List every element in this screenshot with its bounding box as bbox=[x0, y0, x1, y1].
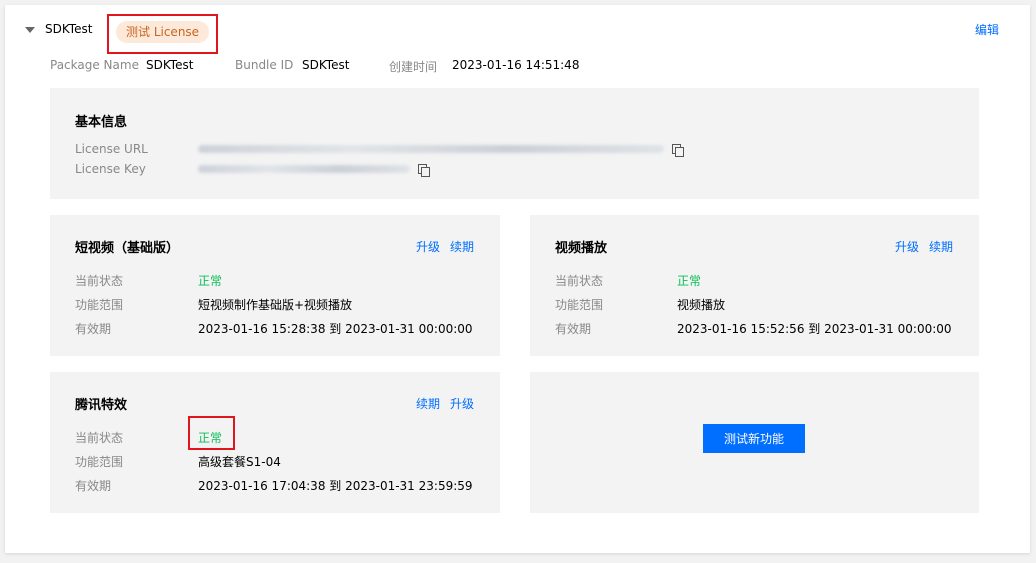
effects-title: 腾讯特效 bbox=[75, 398, 128, 413]
video-playback-title: 视频播放 bbox=[555, 241, 608, 256]
short-video-validity-label: 有效期 bbox=[75, 322, 112, 336]
badge-highlight-box bbox=[107, 14, 218, 54]
short-video-status: 正常 bbox=[198, 274, 223, 288]
video-playback-upgrade-link[interactable]: 升级 bbox=[895, 238, 919, 255]
bundle-id-value: SDKTest bbox=[302, 58, 350, 72]
package-name-value: SDKTest bbox=[146, 58, 194, 72]
created-time-value: 2023-01-16 14:51:48 bbox=[452, 58, 580, 72]
license-url-value-blurred bbox=[198, 145, 664, 153]
video-playback-status: 正常 bbox=[677, 274, 702, 288]
short-video-scope: 短视频制作基础版+视频播放 bbox=[198, 298, 353, 312]
video-playback-validity-label: 有效期 bbox=[555, 322, 592, 336]
license-key-label: License Key bbox=[75, 162, 146, 176]
short-video-validity: 2023-01-16 15:28:38 到 2023-01-31 00:00:0… bbox=[198, 322, 473, 336]
created-time-label: 创建时间 bbox=[389, 60, 438, 74]
app-name: SDKTest bbox=[45, 22, 93, 36]
effects-scope: 高级套餐S1-04 bbox=[198, 455, 281, 469]
effects-validity-label: 有效期 bbox=[75, 479, 112, 493]
effects-upgrade-link[interactable]: 升级 bbox=[450, 395, 474, 412]
video-playback-scope: 视频播放 bbox=[677, 298, 726, 312]
short-video-status-label: 当前状态 bbox=[75, 274, 124, 288]
test-new-feature-button[interactable]: 测试新功能 bbox=[703, 424, 805, 453]
basic-info-panel bbox=[50, 88, 979, 199]
license-url-label: License URL bbox=[75, 142, 148, 156]
video-playback-scope-label: 功能范围 bbox=[555, 298, 604, 312]
short-video-title: 短视频（基础版） bbox=[75, 241, 180, 256]
edit-link[interactable]: 编辑 bbox=[975, 21, 999, 38]
license-key-value-blurred bbox=[198, 165, 410, 173]
copy-key-icon[interactable] bbox=[418, 164, 430, 177]
video-playback-status-label: 当前状态 bbox=[555, 274, 604, 288]
effects-scope-label: 功能范围 bbox=[75, 455, 124, 469]
status-highlight-box bbox=[188, 416, 235, 450]
effects-status-label: 当前状态 bbox=[75, 431, 124, 445]
bundle-id-label: Bundle ID bbox=[235, 58, 294, 72]
video-playback-renew-link[interactable]: 续期 bbox=[929, 238, 953, 255]
basic-info-title: 基本信息 bbox=[75, 115, 128, 130]
collapse-caret-icon[interactable] bbox=[25, 27, 35, 33]
package-name-label: Package Name bbox=[50, 58, 139, 72]
short-video-renew-link[interactable]: 续期 bbox=[450, 238, 474, 255]
short-video-upgrade-link[interactable]: 升级 bbox=[416, 238, 440, 255]
copy-url-icon[interactable] bbox=[672, 144, 684, 157]
video-playback-validity: 2023-01-16 15:52:56 到 2023-01-31 00:00:0… bbox=[677, 322, 952, 336]
effects-renew-link[interactable]: 续期 bbox=[416, 395, 440, 412]
effects-validity: 2023-01-16 17:04:38 到 2023-01-31 23:59:5… bbox=[198, 479, 473, 493]
short-video-scope-label: 功能范围 bbox=[75, 298, 124, 312]
